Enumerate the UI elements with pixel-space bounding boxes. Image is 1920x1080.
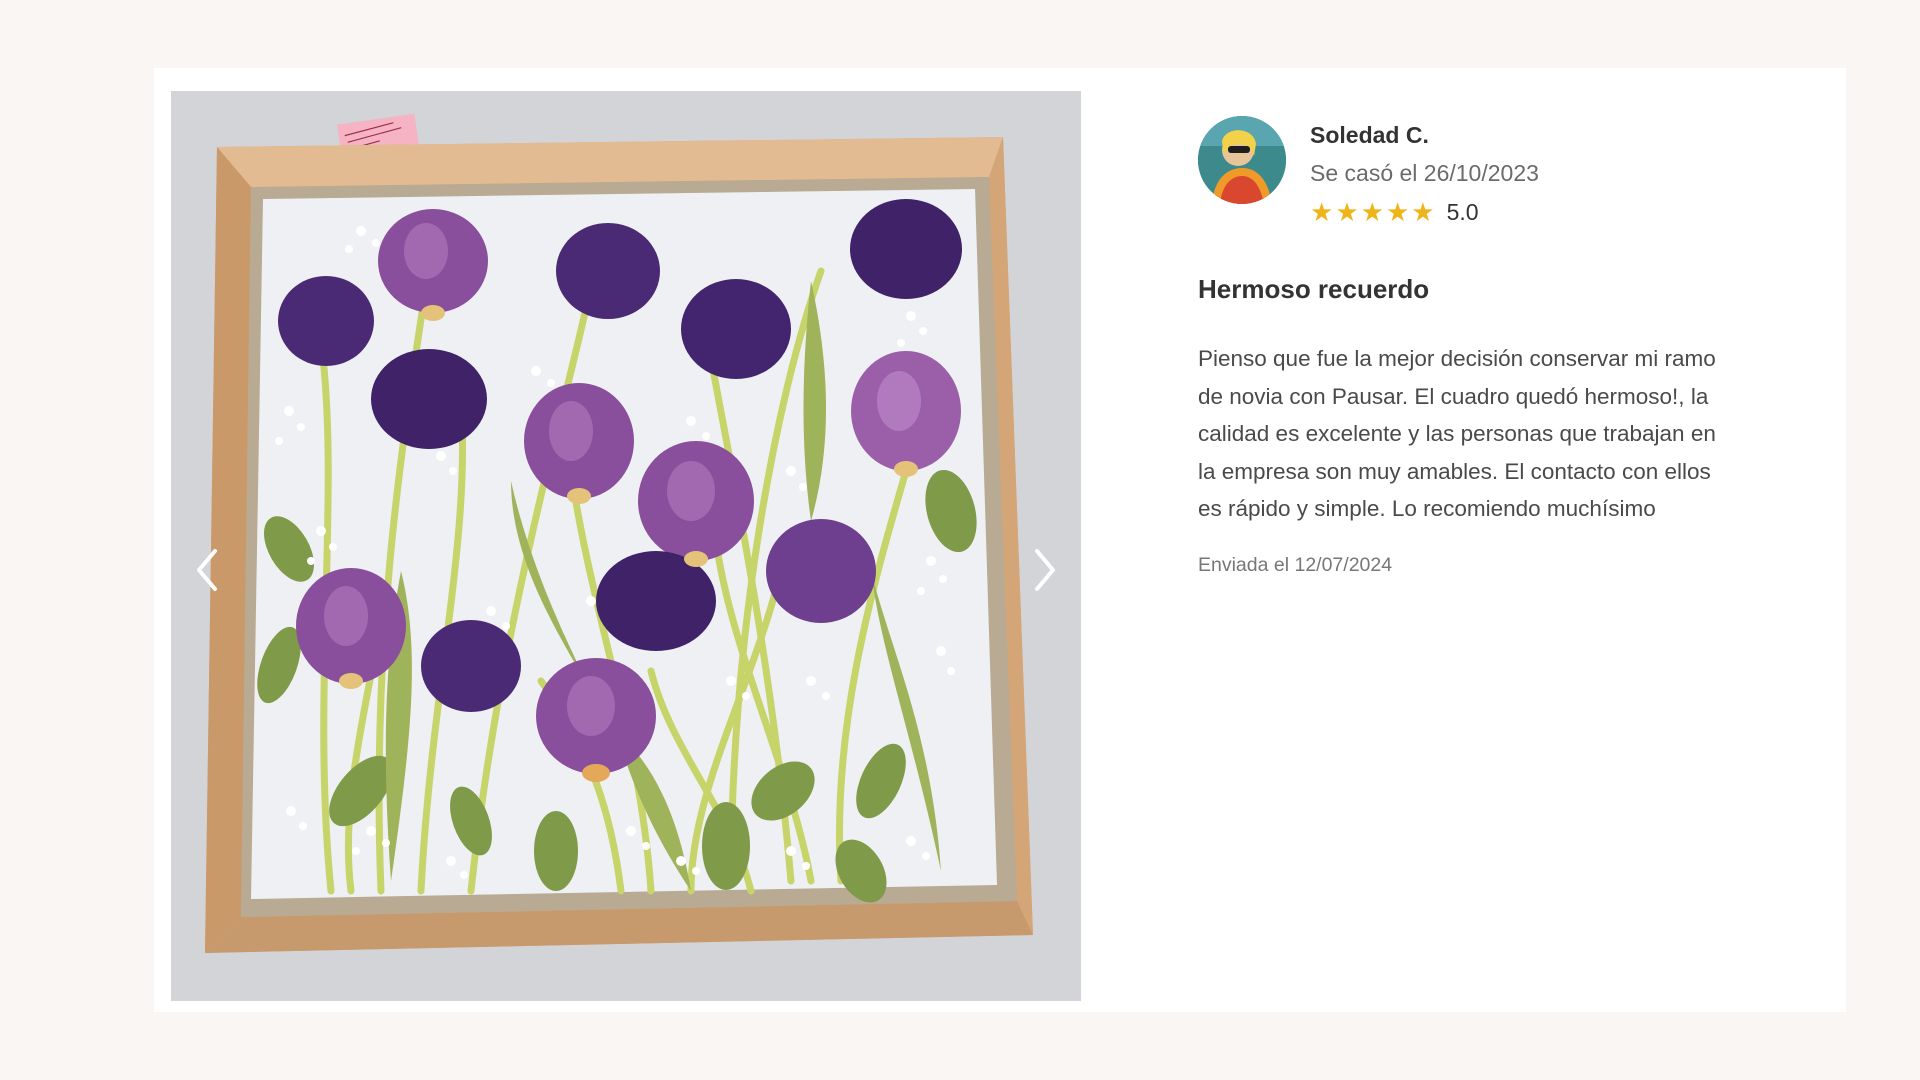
- chevron-left-icon: [197, 549, 217, 591]
- star-icon: ★: [1335, 197, 1359, 227]
- reviewer-photo: [1198, 116, 1286, 204]
- pressed-flower-frame-illustration: [171, 91, 1081, 1001]
- rating-value: 5.0: [1446, 198, 1479, 225]
- sent-date: Enviada el 12/07/2024: [1198, 554, 1393, 576]
- review-photo[interactable]: [171, 91, 1081, 1001]
- review-body-line: calidad es excelente y las personas que …: [1198, 421, 1716, 446]
- chevron-right-icon: [1035, 549, 1055, 591]
- star-rating: ★ ★ ★ ★ ★: [1310, 198, 1435, 226]
- wedding-date: Se casó el 26/10/2023: [1310, 160, 1539, 186]
- star-icon: ★: [1385, 197, 1410, 227]
- rating: ★ ★ ★ ★ ★ 5.0: [1310, 198, 1479, 226]
- reviewer-name: Soledad C.: [1310, 122, 1429, 148]
- review-body-line: Pienso que fue la mejor decisión conserv…: [1198, 346, 1716, 371]
- review-body-line: es rápido y simple. Lo recomiendo muchís…: [1198, 496, 1656, 521]
- avatar: [1198, 116, 1286, 204]
- star-icon: ★: [1411, 197, 1435, 227]
- review-title: Hermoso recuerdo: [1198, 274, 1430, 304]
- review-body-line: de novia con Pausar. El cuadro quedó her…: [1198, 383, 1709, 409]
- star-icon: ★: [1360, 197, 1384, 227]
- next-photo-button[interactable]: [1025, 545, 1065, 595]
- review-body-line: la empresa son muy amables. El contacto …: [1198, 458, 1711, 484]
- review-body: Pienso que fue la mejor decisión conserv…: [1198, 340, 1778, 528]
- star-icon: ★: [1310, 197, 1334, 227]
- previous-photo-button[interactable]: [187, 545, 227, 595]
